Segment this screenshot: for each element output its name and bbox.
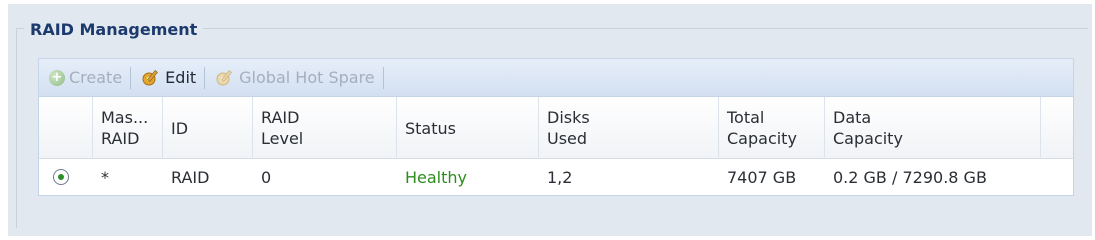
raid-toolbar: + Create Edit Global Hot Spare bbox=[38, 58, 1074, 96]
cell-disks-used: 1,2 bbox=[547, 167, 573, 187]
cell-id: RAID bbox=[171, 167, 210, 187]
header-status-label: Status bbox=[405, 118, 456, 138]
header-total-capacity-label: Total Capacity bbox=[727, 108, 797, 148]
create-button-label: Create bbox=[69, 68, 123, 87]
gear-pencil-icon bbox=[139, 68, 161, 88]
gear-pencil-icon bbox=[213, 68, 235, 88]
edit-button-label: Edit bbox=[165, 68, 197, 87]
header-filler bbox=[1041, 97, 1073, 159]
header-total-capacity[interactable]: Total Capacity bbox=[719, 97, 825, 159]
header-id[interactable]: ID bbox=[163, 97, 253, 159]
global-hot-spare-button[interactable]: Global Hot Spare bbox=[207, 64, 381, 92]
header-master-raid[interactable]: Mas... RAID bbox=[93, 97, 163, 159]
header-select bbox=[39, 97, 93, 159]
raid-table: Mas... RAID ID RAID Level Status Disks Used… bbox=[38, 96, 1074, 196]
table-header: Mas... RAID ID RAID Level Status Disks Used… bbox=[39, 97, 1073, 159]
create-button[interactable]: + Create bbox=[43, 64, 128, 92]
header-data-capacity-label: Data Capacity bbox=[833, 108, 903, 148]
cell-data-capacity: 0.2 GB / 7290.8 GB bbox=[833, 167, 987, 187]
header-data-capacity[interactable]: Data Capacity bbox=[825, 97, 1041, 159]
header-disks-used-label: Disks Used bbox=[547, 108, 590, 148]
edit-button[interactable]: Edit bbox=[133, 64, 202, 92]
table-row[interactable]: * RAID 0 Healthy 1,2 7407 GB 0.2 GB / 72… bbox=[39, 159, 1073, 195]
cell-status: Healthy bbox=[405, 167, 468, 187]
header-raid-level-label: RAID Level bbox=[261, 108, 304, 148]
row-radio-button[interactable] bbox=[53, 169, 69, 185]
toolbar-separator bbox=[382, 66, 384, 89]
panel-title: RAID Management bbox=[24, 20, 204, 40]
fieldset-border-left bbox=[16, 28, 17, 228]
toolbar-separator bbox=[130, 66, 132, 89]
global-hot-spare-button-label: Global Hot Spare bbox=[239, 68, 375, 87]
header-status[interactable]: Status bbox=[397, 97, 539, 159]
cell-raid-level: 0 bbox=[261, 167, 272, 187]
header-id-label: ID bbox=[171, 118, 189, 138]
header-master-raid-label: Mas... RAID bbox=[101, 108, 149, 148]
row-select-cell[interactable] bbox=[39, 159, 93, 195]
toolbar-separator bbox=[204, 66, 206, 89]
add-circle-icon: + bbox=[49, 69, 65, 86]
header-disks-used[interactable]: Disks Used bbox=[539, 97, 719, 159]
header-raid-level[interactable]: RAID Level bbox=[253, 97, 397, 159]
cell-master-raid: * bbox=[101, 167, 109, 187]
cell-total-capacity: 7407 GB bbox=[727, 167, 797, 187]
